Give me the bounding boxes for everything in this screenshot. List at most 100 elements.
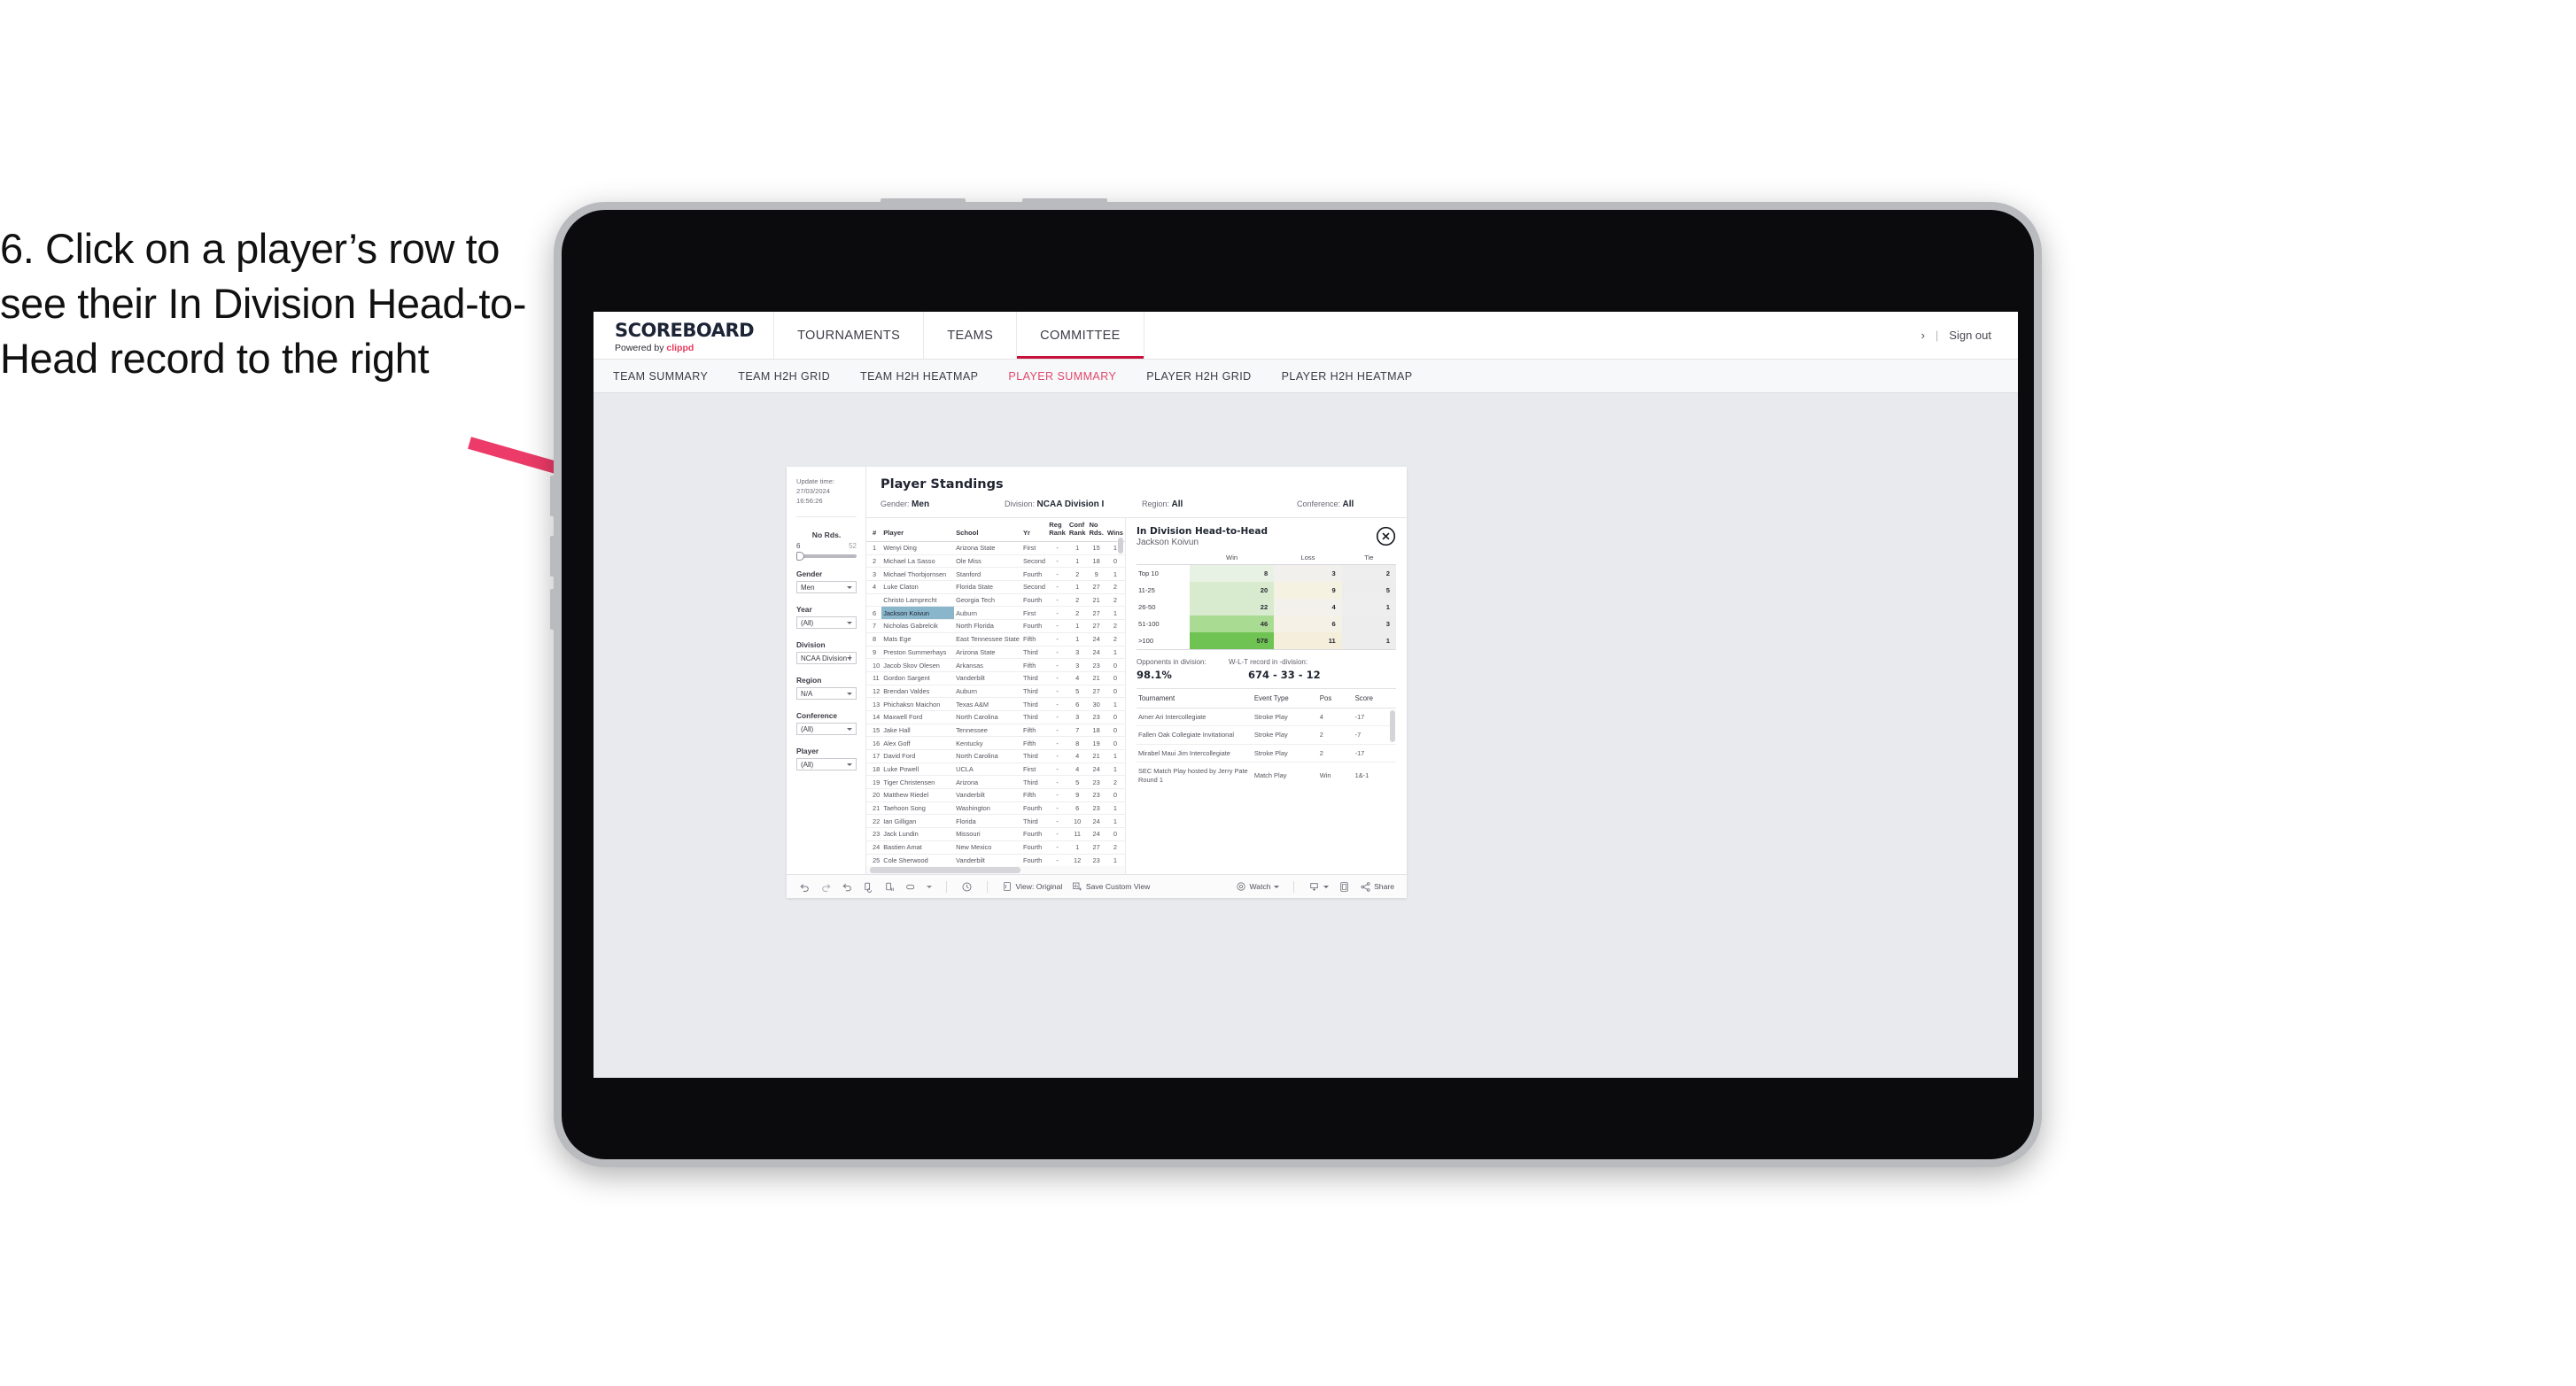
volume-down-button[interactable] bbox=[550, 536, 555, 577]
h2h-win-cell[interactable]: 578 bbox=[1190, 632, 1275, 649]
table-row[interactable]: 2 Michael La Sasso Ole Miss Second -1 18 0 bbox=[866, 554, 1125, 569]
tournament-row[interactable]: Amer Ari Intercollegiate Stroke Play 4 -17 bbox=[1137, 708, 1396, 727]
nav-item-teams[interactable]: TEAMS bbox=[924, 312, 1018, 359]
h2h-win-cell[interactable]: 8 bbox=[1190, 564, 1275, 582]
filter-region-select[interactable]: N/A bbox=[796, 687, 857, 701]
h2h-tie-cell[interactable]: 1 bbox=[1341, 632, 1396, 649]
h2h-win-cell[interactable]: 22 bbox=[1190, 599, 1275, 616]
side-button[interactable] bbox=[550, 589, 555, 630]
tab-team-summary[interactable]: TEAM SUMMARY bbox=[613, 370, 708, 383]
watch-button[interactable]: Watch bbox=[1236, 881, 1280, 892]
history-icon[interactable] bbox=[961, 881, 973, 893]
standings-vertical-scrollbar[interactable] bbox=[1118, 538, 1123, 554]
tournament-row[interactable]: Mirabel Maui Jim Intercollegiate Stroke P… bbox=[1137, 744, 1396, 763]
table-row[interactable]: 7 Nicholas Gabrelcik North Florida Fourth -1… bbox=[866, 619, 1125, 633]
save-custom-view-button[interactable]: Save Custom View bbox=[1072, 881, 1150, 892]
filter-gender-select[interactable]: Men bbox=[796, 581, 857, 594]
power-button[interactable] bbox=[881, 198, 966, 203]
tab-team-h2h-heatmap[interactable]: TEAM H2H HEATMAP bbox=[860, 370, 978, 383]
h2h-win-cell[interactable]: 20 bbox=[1190, 582, 1275, 599]
h2h-loss-cell[interactable]: 4 bbox=[1274, 599, 1342, 616]
table-row[interactable]: 23 Jack Lundin Missouri Fourth -11 24 0 bbox=[866, 827, 1125, 841]
tournament-vertical-scrollbar[interactable] bbox=[1390, 710, 1395, 742]
table-row[interactable]: 16 Alex Goff Kentucky Fifth -8 19 0 bbox=[866, 736, 1125, 750]
h2h-tie-cell[interactable]: 3 bbox=[1341, 616, 1396, 632]
table-row[interactable]: 20 Matthew Riedel Vanderbilt Fifth -9 23 0 bbox=[866, 788, 1125, 802]
fullscreen-icon[interactable] bbox=[1338, 881, 1350, 893]
table-row[interactable]: 10 Jacob Skov Olesen Arkansas Fifth -3 23 0 bbox=[866, 658, 1125, 672]
tab-player-summary[interactable]: PLAYER SUMMARY bbox=[1008, 370, 1116, 383]
table-row[interactable]: 21 Taehoon Song Washington Fourth -6 23 1 bbox=[866, 801, 1125, 816]
close-circle-icon[interactable] bbox=[1376, 526, 1396, 546]
nav-item-tournaments[interactable]: TOURNAMENTS bbox=[774, 312, 925, 359]
table-row[interactable]: 14 Maxwell Ford North Carolina Third -3 23 0 bbox=[866, 710, 1125, 724]
table-row[interactable]: Christo Lamprecht Georgia Tech Fourth -2 21 2 bbox=[866, 593, 1125, 608]
table-row[interactable]: 13 Phichaksn Maichon Texas A&M Third -6 30 1 bbox=[866, 697, 1125, 711]
table-row[interactable]: 3 Michael Thorbjornsen Stanford Fourth -2 9 1 bbox=[866, 567, 1125, 582]
h2h-row[interactable]: Top 10 8 3 2 bbox=[1137, 564, 1396, 582]
col-header-player[interactable]: Player bbox=[881, 518, 955, 542]
tournament-row[interactable]: Fallen Oak Collegiate Invitational Stroke… bbox=[1137, 725, 1396, 745]
filter-player-select[interactable]: (All) bbox=[796, 758, 857, 771]
table-row[interactable]: 4 Luke Claton Florida State Second -1 27 2 bbox=[866, 580, 1125, 594]
table-row[interactable]: 8 Mats Ege East Tennessee State Fifth -1 24 2 bbox=[866, 632, 1125, 647]
table-row[interactable]: 15 Jake Hall Tennessee Fifth -7 18 0 bbox=[866, 724, 1125, 738]
download-button[interactable] bbox=[1308, 881, 1329, 893]
h2h-loss-cell[interactable]: 11 bbox=[1274, 632, 1342, 649]
col-header-year[interactable]: Yr bbox=[1020, 518, 1048, 542]
highlight-icon[interactable] bbox=[905, 881, 917, 893]
h2h-loss-cell[interactable]: 3 bbox=[1274, 564, 1342, 582]
table-row[interactable]: 11 Gordon Sargent Vanderbilt Third -4 21 0 bbox=[866, 671, 1125, 685]
revert-icon[interactable] bbox=[842, 881, 853, 893]
table-row[interactable]: 18 Luke Powell UCLA First -4 24 1 bbox=[866, 763, 1125, 777]
tab-team-h2h-grid[interactable]: TEAM H2H GRID bbox=[738, 370, 830, 383]
col-header-no-rds[interactable]: No Rds. bbox=[1087, 518, 1106, 542]
table-row[interactable]: 6 Jackson Koivun Auburn First -2 27 1 bbox=[866, 606, 1125, 621]
col-header-conf-rank[interactable]: Conf Rank bbox=[1067, 518, 1088, 542]
table-row[interactable]: 9 Preston Summerhays Arizona State Third -3 2… bbox=[866, 646, 1125, 660]
table-row[interactable]: 24 Bastien Amat New Mexico Fourth -1 27 2 bbox=[866, 840, 1125, 855]
standings-horizontal-scrollbar-thumb[interactable] bbox=[870, 867, 1020, 873]
filter-division-select[interactable]: NCAA Division I bbox=[796, 652, 857, 665]
tab-player-h2h-grid[interactable]: PLAYER H2H GRID bbox=[1146, 370, 1251, 383]
tab-player-h2h-heatmap[interactable]: PLAYER H2H HEATMAP bbox=[1282, 370, 1413, 383]
sign-out-link[interactable]: Sign out bbox=[1949, 329, 1991, 342]
nav-item-committee[interactable]: COMMITTEE bbox=[1017, 312, 1144, 359]
h2h-tie-cell[interactable]: 1 bbox=[1341, 599, 1396, 616]
filter-year-select[interactable]: (All) bbox=[796, 616, 857, 630]
table-row[interactable]: 19 Tiger Christensen Arizona Third -5 23 2 bbox=[866, 775, 1125, 790]
col-header-school[interactable]: School bbox=[954, 518, 1021, 542]
no-rounds-slider-track[interactable] bbox=[796, 552, 857, 561]
chevron-down-icon[interactable] bbox=[927, 885, 932, 888]
user-chevron-icon[interactable]: › bbox=[1921, 329, 1925, 342]
h2h-loss-cell[interactable]: 6 bbox=[1274, 616, 1342, 632]
h2h-row[interactable]: 51-100 46 6 3 bbox=[1137, 616, 1396, 632]
table-row[interactable]: 1 Wenyi Ding Arizona State First -1 15 1 bbox=[866, 541, 1125, 555]
undo-icon[interactable] bbox=[799, 881, 811, 893]
table-row[interactable]: 12 Brendan Valdes Auburn Third -5 27 0 bbox=[866, 685, 1125, 699]
table-row[interactable]: 17 David Ford North Carolina Third -4 21 1 bbox=[866, 749, 1125, 763]
table-row[interactable]: 25 Cole Sherwood Vanderbilt Fourth -12 23 1 bbox=[866, 854, 1125, 868]
pause-updates-icon[interactable] bbox=[884, 881, 896, 893]
h2h-win-cell[interactable]: 46 bbox=[1190, 616, 1275, 632]
h2h-tie-cell[interactable]: 5 bbox=[1341, 582, 1396, 599]
view-original-button[interactable]: View: Original bbox=[1002, 881, 1062, 892]
volume-up-button[interactable] bbox=[550, 476, 555, 516]
no-rounds-slider-thumb[interactable] bbox=[796, 552, 804, 561]
tourn-col-name: Tournament bbox=[1137, 689, 1253, 708]
brand-logo[interactable]: SCOREBOARD Powered by clippd bbox=[594, 312, 775, 359]
h2h-loss-cell[interactable]: 9 bbox=[1274, 582, 1342, 599]
h2h-row[interactable]: >100 578 11 1 bbox=[1137, 632, 1396, 649]
share-button[interactable]: Share bbox=[1360, 881, 1394, 893]
h2h-row[interactable]: 11-25 20 9 5 bbox=[1137, 582, 1396, 599]
h2h-tie-cell[interactable]: 2 bbox=[1341, 564, 1396, 582]
standings-horizontal-scrollbar-track[interactable] bbox=[866, 866, 1125, 874]
col-header-reg-rank[interactable]: Reg Rank bbox=[1047, 518, 1067, 542]
tournament-row[interactable]: SEC Match Play hosted by Jerry Pate Roun… bbox=[1137, 762, 1396, 784]
filter-conference-select[interactable]: (All) bbox=[796, 723, 857, 736]
refresh-data-icon[interactable] bbox=[863, 881, 874, 893]
redo-icon[interactable] bbox=[820, 881, 832, 893]
table-row[interactable]: 22 Ian Gilligan Florida Third -10 24 1 bbox=[866, 814, 1125, 829]
h2h-row[interactable]: 26-50 22 4 1 bbox=[1137, 599, 1396, 616]
col-header-rank[interactable]: # bbox=[866, 518, 882, 542]
